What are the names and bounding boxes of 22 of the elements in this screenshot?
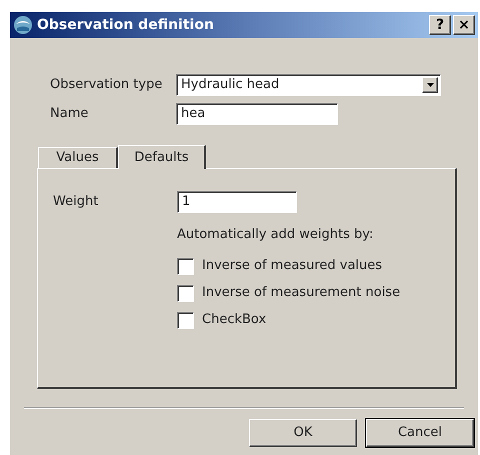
name-field[interactable]: hea [176, 103, 338, 125]
tab[interactable]: Defaults [118, 145, 206, 169]
field-label: Name [50, 105, 90, 124]
checkbox-label: CheckBox [202, 311, 266, 330]
window-title: Observation definition [37, 16, 215, 34]
checkbox[interactable] [177, 258, 194, 274]
ok-button[interactable]: OK [249, 419, 357, 447]
dropdown[interactable]: Hydraulic head [176, 74, 441, 96]
tab[interactable]: Values [38, 147, 118, 168]
auto-weights-label: Automatically add weights by: [177, 226, 374, 244]
checkbox-label: Inverse of measurement noise [202, 284, 400, 302]
checkbox[interactable] [177, 284, 194, 302]
checkbox-label: Inverse of measured values [202, 257, 382, 276]
app-logo-icon [13, 15, 33, 35]
help-button[interactable]: ? [429, 15, 451, 35]
weight-field[interactable]: 1 [177, 191, 297, 213]
caret-icon [422, 77, 438, 93]
field-label: Observation type [50, 76, 164, 94]
cancel-button[interactable]: Cancel [366, 419, 474, 447]
checkbox[interactable] [177, 312, 194, 328]
close-button[interactable]: × [453, 15, 475, 35]
weight-label: Weight [53, 193, 100, 212]
